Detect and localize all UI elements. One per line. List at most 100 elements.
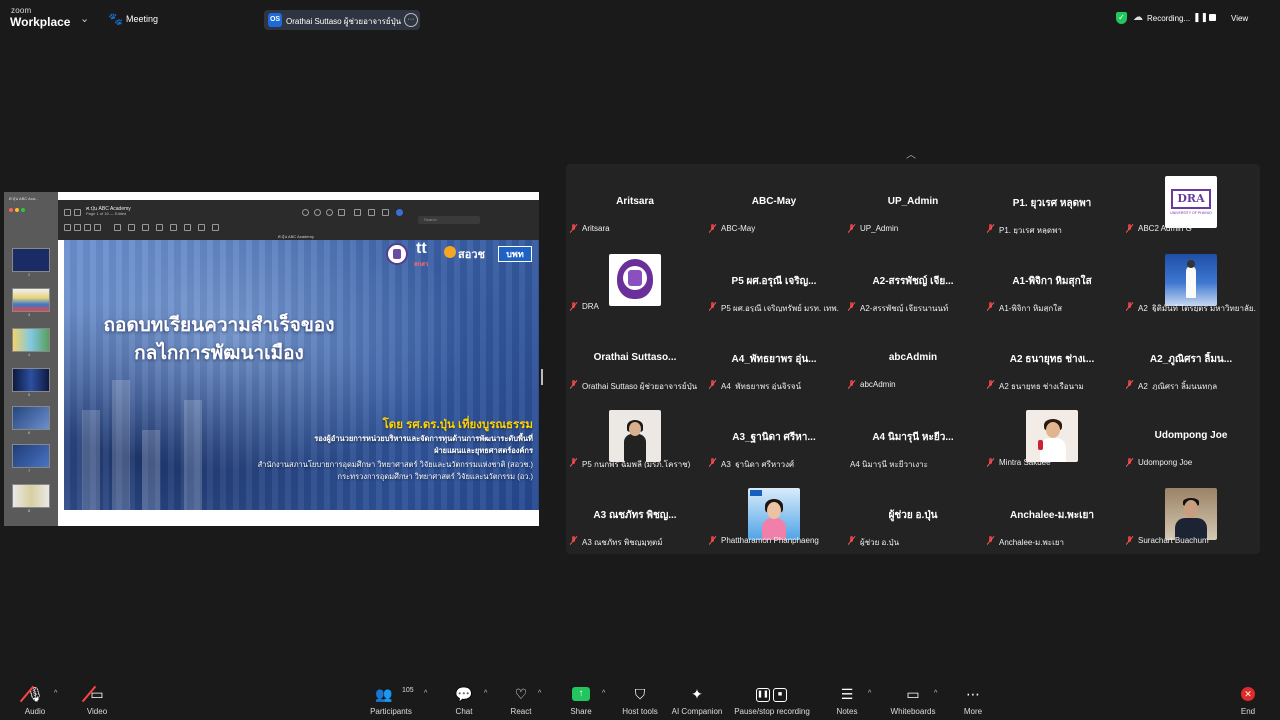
microphone-muted-icon (848, 301, 856, 312)
host-tools-button[interactable]: ⛉ Host tools (618, 680, 662, 720)
participant-display-name: A2 ธนายุทธ ช่างเ... (1009, 354, 1095, 365)
share-button[interactable]: ↑ Share (564, 680, 598, 720)
participant-tile[interactable]: P5 ผศ.อรุณี เจริญ... P5 ผศ.อรุณี เจริญทรั… (705, 242, 843, 320)
ai-companion-button[interactable]: ✦ AI Companion (670, 680, 724, 720)
highlight-icon[interactable] (396, 209, 403, 216)
pdf-search-input[interactable]: Search (418, 216, 480, 224)
resize-handle[interactable] (541, 369, 543, 385)
participants-options-caret[interactable]: ^ (424, 690, 427, 697)
info-icon[interactable] (302, 209, 309, 216)
participant-tile[interactable]: Anchalee-ม.พะเยา Anchalee-ม.พะเยา (983, 476, 1121, 554)
participant-tile[interactable]: DRA UNIVERSITY OF PHAYAO ABC2 Admin G (1122, 164, 1260, 242)
microphone-muted-icon (1126, 301, 1134, 312)
participant-tile[interactable]: A4_พัทธยาพร อุ่น... A4_พัทธยาพร อุ่นจิรจน… (705, 320, 843, 398)
participant-tile[interactable]: A3 ณชภัทร พิชญ... A3 ณชภัทร พิชญมุทุตม์ (566, 476, 704, 554)
chat-options-caret[interactable]: ^ (484, 690, 487, 697)
more-button[interactable]: ⋯ More (958, 680, 988, 720)
participant-display-name: A3 ณชภัทร พิชญ... (593, 510, 677, 521)
shapes-icon[interactable] (114, 224, 121, 231)
participant-tile[interactable]: P1. ยุวเรศ หลุดพา P1. ยุวเรศ หลุดพา (983, 164, 1121, 242)
notes-options-caret[interactable]: ^ (868, 690, 871, 697)
active-speaker-pill[interactable]: OS Orathai Suttaso ผู้ช่วยอาจารย์ปุ่น's … (264, 10, 420, 30)
thumbnail-number: 6 (28, 430, 31, 435)
share-options-caret[interactable]: ^ (602, 690, 605, 697)
sidebar-toggle-icon[interactable] (64, 209, 71, 216)
whiteboards-options-caret[interactable]: ^ (934, 690, 937, 697)
sketch-icon[interactable] (84, 224, 91, 231)
text-style-icon[interactable] (212, 224, 219, 231)
annotate-icon[interactable] (382, 209, 389, 216)
more-options-icon[interactable]: ··· (404, 13, 418, 27)
react-options-caret[interactable]: ^ (538, 690, 541, 697)
participant-name-label: Mintra Sakdee (987, 457, 1117, 468)
share-icon[interactable] (338, 209, 345, 216)
slide-thumbnail[interactable] (12, 288, 50, 312)
participant-name: A1-พิจิกา หิมสุกใส (999, 304, 1063, 312)
participant-tile[interactable]: A4 นิมารุนี หะยีว... A4 นิมารุนี หะยีวาเง… (844, 398, 982, 476)
participant-tile[interactable]: A2-สรรพัชญ์ เจีย... A2-สรรพัชญ์ เจียรนานน… (844, 242, 982, 320)
slide-thumbnail[interactable] (12, 484, 50, 508)
minimize-dot (15, 208, 19, 212)
whiteboards-button[interactable]: ▭ Whiteboards (886, 680, 940, 720)
participant-tile[interactable]: Udompong Joe Udompong Joe (1122, 398, 1260, 476)
border-color-icon[interactable] (184, 224, 191, 231)
zoom-in-icon[interactable] (326, 209, 333, 216)
participant-tile[interactable]: ABC-May ABC-May (705, 164, 843, 242)
participant-tile[interactable]: abcAdmin abcAdmin (844, 320, 982, 398)
notes-button[interactable]: ☰ Notes (832, 680, 862, 720)
participant-tile[interactable]: ผู้ช่วย อ.ปุ่น ผู้ช่วย อ.ปุ่น (844, 476, 982, 554)
rect-select-icon[interactable] (74, 224, 81, 231)
participant-tile[interactable]: UP_Admin UP_Admin (844, 164, 982, 242)
participant-tile[interactable]: A2 ธนายุทธ ช่างเ... A2 ธนายุทธ ช่างเรือนา… (983, 320, 1121, 398)
participant-tile[interactable]: Phattharamon Phanphaeng (705, 476, 843, 554)
slide-thumbnail[interactable] (12, 328, 50, 352)
draw-icon[interactable] (94, 224, 101, 231)
stop-recording-icon[interactable] (1209, 14, 1216, 21)
shield-check-icon[interactable]: ✓ (1116, 12, 1127, 24)
participant-tile[interactable]: A1-พิจิกา หิมสุกใส A1-พิจิกา หิมสุกใส (983, 242, 1121, 320)
audio-button[interactable]: 🎙 Audio (18, 680, 52, 720)
text-box-icon[interactable] (128, 224, 135, 231)
react-button[interactable]: ♡ React (505, 680, 537, 720)
video-button[interactable]: ▭ Video (80, 680, 114, 720)
text-select-icon[interactable] (64, 224, 71, 231)
slide-thumbnail[interactable] (12, 248, 50, 272)
chevron-down-icon[interactable] (74, 209, 81, 216)
sign-icon[interactable] (142, 224, 149, 231)
participant-tile[interactable]: Orathai Suttaso... Orathai Suttaso ผู้ช่ว… (566, 320, 704, 398)
participant-tile[interactable]: Mintra Sakdee (983, 398, 1121, 476)
rotate-icon[interactable] (368, 209, 375, 216)
participant-tile[interactable]: P5 กนกพร ฉิมพลี (มรภ.โคราช) (566, 398, 704, 476)
end-label: End (1240, 707, 1256, 716)
participants-button[interactable]: 👥 105 Participants (366, 680, 416, 720)
participant-tile[interactable]: DRA (566, 242, 704, 320)
participant-gallery: Aritsara Aritsara ABC-May ABC-May UP_Admin UP… (566, 164, 1260, 554)
end-meeting-button[interactable]: ✕ End (1234, 680, 1262, 720)
chat-button[interactable]: 💬 Chat (448, 680, 480, 720)
slide-thumbnail[interactable] (12, 444, 50, 468)
participant-tile[interactable]: A2_ภูณิศรา ลิ้มน... A2_ภูณิศรา ลิ้มนนทกุล (1122, 320, 1260, 398)
participant-tile[interactable]: Aritsara Aritsara (566, 164, 704, 242)
slide-thumbnail[interactable] (12, 406, 50, 430)
participant-display-name: ผู้ช่วย อ.ปุ่น (888, 510, 938, 521)
participant-display-name: P5 ผศ.อรุณี เจริญ... (731, 276, 817, 287)
audio-options-caret[interactable]: ^ (54, 690, 57, 697)
zoom-out-icon[interactable] (314, 209, 321, 216)
chevron-up-icon[interactable]: ︿ (906, 146, 916, 161)
participant-photo-avatar (609, 410, 661, 462)
pause-recording-icon[interactable]: ❚❚ (1193, 12, 1208, 23)
slide-thumbnail[interactable] (12, 368, 50, 392)
shape-style-icon[interactable] (170, 224, 177, 231)
fill-color-icon[interactable] (198, 224, 205, 231)
markup-icon[interactable] (354, 209, 361, 216)
note-icon[interactable] (156, 224, 163, 231)
participant-tile[interactable]: A3_ฐานิดา ศรีหา... A3_ฐานิดา ศรีหาวงศ์ (705, 398, 843, 476)
participant-tile[interactable]: Surachart Buachum (1122, 476, 1260, 554)
view-button[interactable]: View (1231, 14, 1248, 23)
chevron-down-icon[interactable]: ⌄ (80, 12, 89, 25)
pdf-tab[interactable]: ศ.ปุ่น ABC Academy (278, 233, 314, 240)
participant-tile[interactable]: A2_ฐิติมันท์ ไตรยุตร มหาวิทยาลัย... (1122, 242, 1260, 320)
meeting-label[interactable]: Meeting (126, 14, 158, 24)
pause-stop-recording-button[interactable]: ❚❚ ■ Pause/stop recording (730, 680, 814, 720)
shared-screen[interactable]: ศ.ปุ่น ABC Aca... 2 3 4 5 6 7 8 ศ.ปุ่น A… (4, 192, 539, 526)
